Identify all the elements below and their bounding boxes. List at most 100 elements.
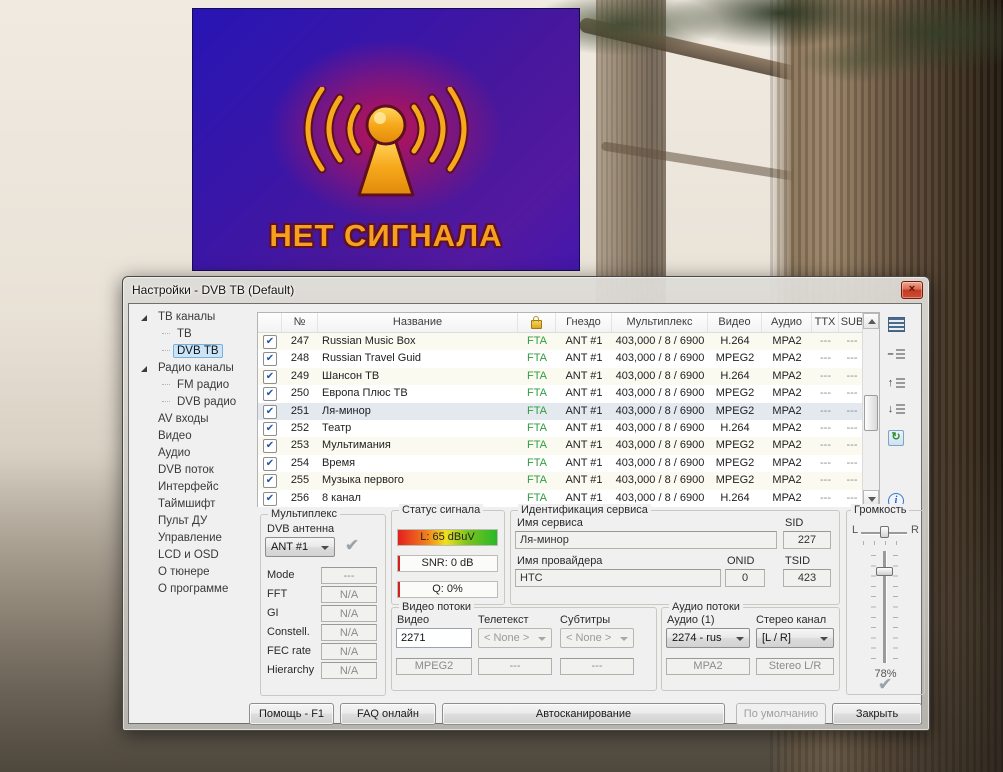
channel-video-codec: H.264 bbox=[708, 490, 762, 507]
faq-button[interactable]: FAQ онлайн bbox=[340, 703, 436, 725]
table-row[interactable]: ✔249Шансон ТВFTAANT #1403,000 / 8 / 6900… bbox=[258, 368, 879, 385]
header-access[interactable] bbox=[518, 313, 556, 332]
channel-checkbox[interactable]: ✔ bbox=[258, 437, 282, 454]
sidebar-item[interactable]: Видео bbox=[132, 428, 255, 445]
close-dialog-button[interactable]: Закрыть bbox=[832, 703, 922, 725]
mux-field-label: Hierarchy bbox=[267, 664, 314, 676]
list-lines-icon bbox=[896, 404, 905, 416]
channel-video-codec: H.264 bbox=[708, 333, 762, 350]
check-icon: ✔ bbox=[263, 474, 277, 488]
balance-ticks bbox=[863, 541, 907, 545]
mux-field-value: N/A bbox=[321, 624, 377, 641]
balance-thumb[interactable] bbox=[880, 526, 889, 538]
scrollbar-thumb[interactable] bbox=[864, 395, 878, 431]
sidebar-item[interactable]: Интерфейс bbox=[132, 479, 255, 496]
audio-select[interactable]: 2274 - rus bbox=[666, 628, 750, 648]
sidebar-item[interactable]: FM радио bbox=[132, 377, 255, 394]
signal-panel: Статус сигнала L: 65 dBuV SNR: 0 dB Q: 0… bbox=[391, 510, 505, 605]
autoscan-button[interactable]: Автосканирование bbox=[442, 703, 725, 725]
mux-panel-title: Мультиплекс bbox=[268, 508, 340, 520]
header-checkbox-col[interactable] bbox=[258, 313, 282, 332]
header-audio[interactable]: Аудио bbox=[762, 313, 812, 332]
table-row[interactable]: ✔254ВремяFTAANT #1403,000 / 8 / 6900MPEG… bbox=[258, 455, 879, 472]
channel-checkbox[interactable]: ✔ bbox=[258, 472, 282, 489]
sidebar-item[interactable]: DVB ТВ bbox=[132, 343, 255, 360]
table-row[interactable]: ✔252ТеатрFTAANT #1403,000 / 8 / 6900H.26… bbox=[258, 420, 879, 437]
subtitles-select[interactable]: < None > bbox=[560, 628, 634, 648]
table-row[interactable]: ✔248Russian Travel GuidFTAANT #1403,000 … bbox=[258, 350, 879, 367]
channel-slot: ANT #1 bbox=[556, 333, 612, 350]
table-row[interactable]: ✔251Ля-минорFTAANT #1403,000 / 8 / 6900M… bbox=[258, 403, 879, 420]
channel-checkbox[interactable]: ✔ bbox=[258, 368, 282, 385]
help-button[interactable]: Помощь - F1 bbox=[249, 703, 334, 725]
sidebar-item[interactable]: DVB поток bbox=[132, 462, 255, 479]
mute-check-icon[interactable]: ✔ bbox=[878, 675, 892, 695]
channel-name: Russian Music Box bbox=[318, 333, 518, 350]
header-number[interactable]: № bbox=[282, 313, 318, 332]
list-lines-icon bbox=[896, 378, 905, 390]
channel-checkbox[interactable]: ✔ bbox=[258, 490, 282, 507]
channel-checkbox[interactable]: ✔ bbox=[258, 350, 282, 367]
header-slot[interactable]: Гнездо bbox=[556, 313, 612, 332]
tsid-field: 423 bbox=[783, 569, 831, 587]
table-scrollbar[interactable] bbox=[862, 313, 879, 506]
service-name-field: Ля-минор bbox=[515, 531, 777, 549]
sidebar-item-label: О тюнере bbox=[154, 565, 214, 579]
table-row[interactable]: ✔250Европа Плюс ТВFTAANT #1403,000 / 8 /… bbox=[258, 385, 879, 402]
header-name[interactable]: Название bbox=[318, 313, 518, 332]
scroll-up-icon[interactable] bbox=[863, 313, 879, 329]
sidebar-item[interactable]: DVB радио bbox=[132, 394, 255, 411]
defaults-button[interactable]: По умолчанию bbox=[736, 703, 826, 725]
table-row[interactable]: ✔247Russian Music BoxFTAANT #1403,000 / … bbox=[258, 333, 879, 350]
sidebar-item[interactable]: ТВ каналы bbox=[132, 309, 255, 326]
sidebar-item[interactable]: О программе bbox=[132, 581, 255, 598]
channel-name: Европа Плюс ТВ bbox=[318, 385, 518, 402]
video-window[interactable]: НЕТ СИГНАЛА bbox=[192, 8, 580, 271]
channel-checkbox[interactable]: ✔ bbox=[258, 403, 282, 420]
sidebar-item[interactable]: AV входы bbox=[132, 411, 255, 428]
table-row[interactable]: ✔253МультиманияFTAANT #1403,000 / 8 / 69… bbox=[258, 437, 879, 454]
delete-all-button[interactable]: ↻ bbox=[886, 428, 906, 448]
channel-mux: 403,000 / 8 / 6900 bbox=[612, 455, 708, 472]
video-pid-input[interactable]: 2271 bbox=[396, 628, 472, 648]
stereo-select[interactable]: [L / R] bbox=[756, 628, 834, 648]
channel-name: Мультимания bbox=[318, 437, 518, 454]
close-button[interactable]: × bbox=[901, 281, 923, 299]
select-columns-button[interactable] bbox=[886, 315, 906, 335]
titlebar[interactable]: Настройки - DVB ТВ (Default) × bbox=[123, 277, 929, 303]
tree-expand-icon[interactable] bbox=[141, 315, 147, 321]
sidebar-item[interactable]: Таймшифт bbox=[132, 496, 255, 513]
channel-name: Музыка первого bbox=[318, 472, 518, 489]
tree-expand-icon[interactable] bbox=[141, 366, 147, 372]
channel-video-codec: MPEG2 bbox=[708, 350, 762, 367]
antenna-apply-check-icon[interactable]: ✔ bbox=[345, 536, 359, 556]
sidebar-item[interactable]: Радио каналы bbox=[132, 360, 255, 377]
sidebar-item[interactable]: Пульт ДУ bbox=[132, 513, 255, 530]
sidebar-item[interactable]: ТВ bbox=[132, 326, 255, 343]
header-ttx[interactable]: TTX bbox=[812, 313, 839, 332]
move-down-button[interactable]: ↓ bbox=[886, 400, 906, 420]
volume-thumb[interactable] bbox=[876, 567, 893, 576]
sidebar-item[interactable]: LCD и OSD bbox=[132, 547, 255, 564]
sidebar-item[interactable]: О тюнере bbox=[132, 564, 255, 581]
check-icon: ✔ bbox=[263, 422, 277, 436]
sidebar-tree: ТВ каналыТВDVB ТВРадио каналыFM радиоDVB… bbox=[132, 309, 255, 711]
mux-field-value: N/A bbox=[321, 643, 377, 660]
signal-quality-bar: Q: 0% bbox=[397, 581, 498, 598]
header-mux[interactable]: Мультиплекс bbox=[612, 313, 708, 332]
antenna-select[interactable]: ANT #1 bbox=[265, 537, 335, 557]
remove-channel-button[interactable]: – bbox=[886, 345, 906, 365]
channel-checkbox[interactable]: ✔ bbox=[258, 385, 282, 402]
channel-checkbox[interactable]: ✔ bbox=[258, 333, 282, 350]
channel-checkbox[interactable]: ✔ bbox=[258, 420, 282, 437]
teletext-select[interactable]: < None > bbox=[478, 628, 552, 648]
table-row[interactable]: ✔255Музыка первогоFTAANT #1403,000 / 8 /… bbox=[258, 472, 879, 489]
sidebar-item[interactable]: Аудио bbox=[132, 445, 255, 462]
channel-checkbox[interactable]: ✔ bbox=[258, 455, 282, 472]
header-video[interactable]: Видео bbox=[708, 313, 762, 332]
move-up-button[interactable]: ↑ bbox=[886, 374, 906, 394]
onid-field: 0 bbox=[725, 569, 765, 587]
minus-icon: – bbox=[886, 348, 895, 360]
sidebar-item[interactable]: Управление bbox=[132, 530, 255, 547]
video-streams-title: Видео потоки bbox=[399, 601, 474, 613]
